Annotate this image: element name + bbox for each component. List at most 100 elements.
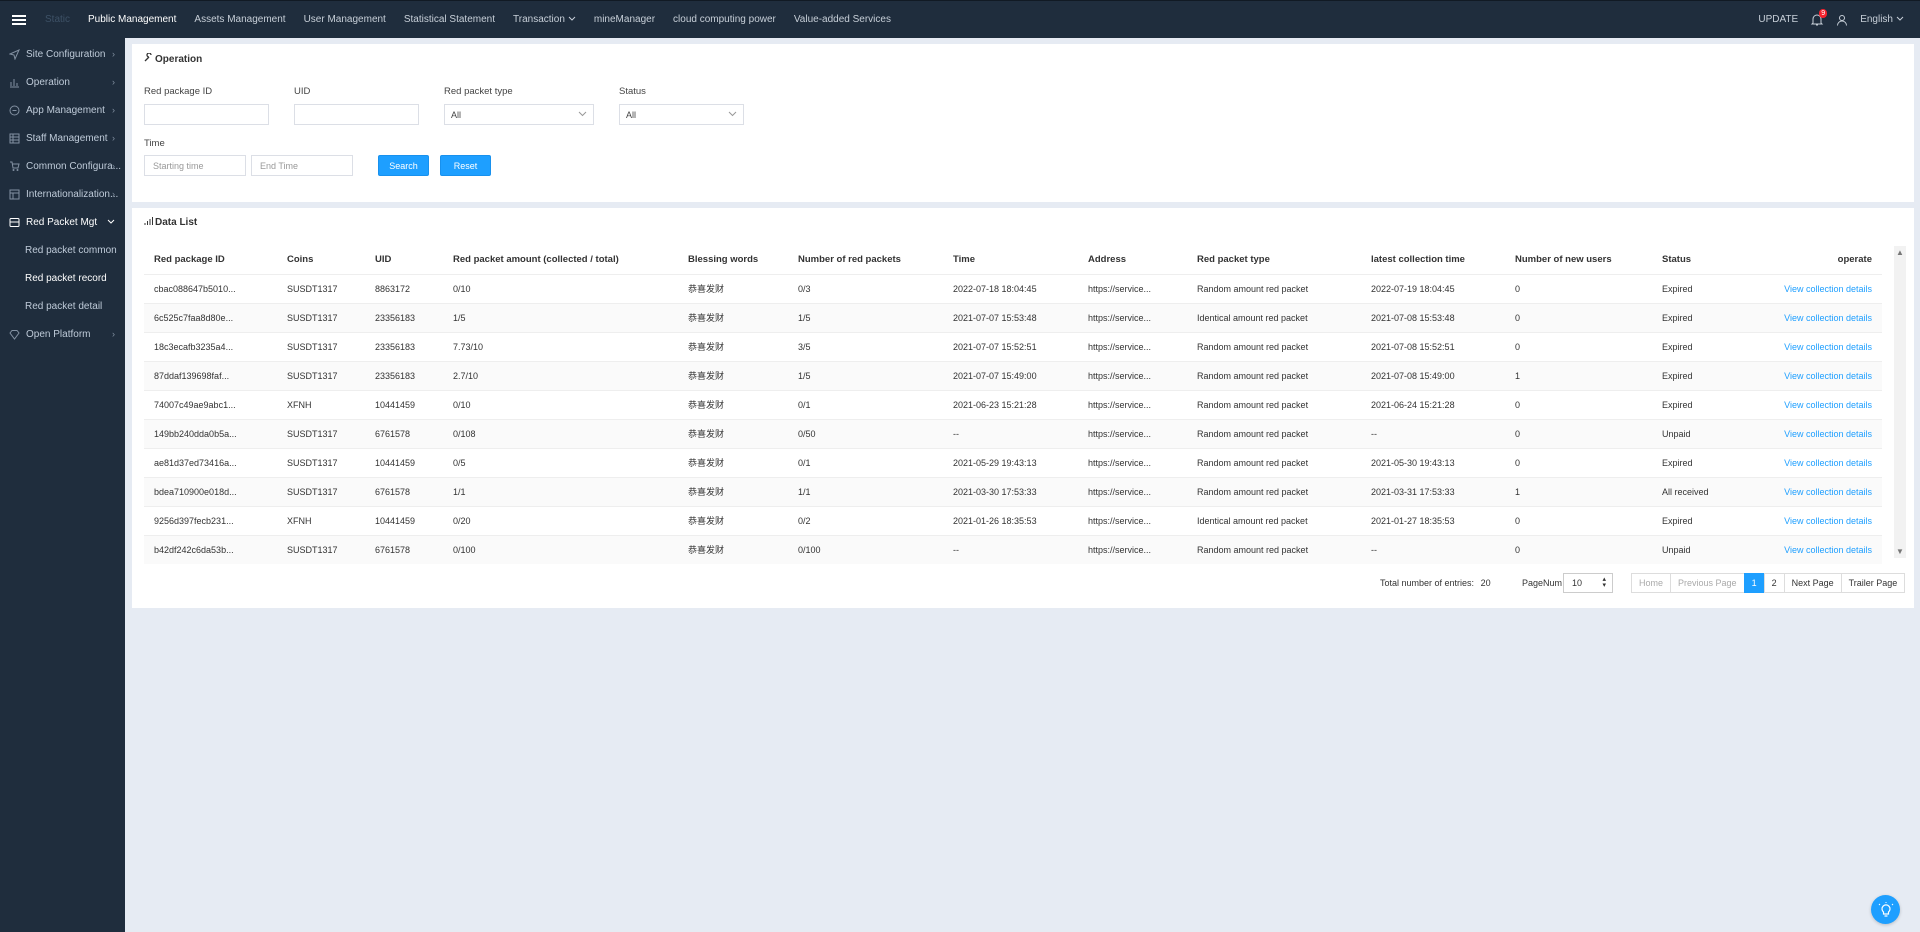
total-entries-value: 20 <box>1480 578 1491 588</box>
top-nav-item-transaction[interactable]: Transaction <box>504 14 585 25</box>
table-cell: https://service... <box>1078 418 1187 448</box>
user-button[interactable] <box>1836 14 1848 26</box>
view-collection-details-link[interactable]: View collection details <box>1784 313 1872 323</box>
top-right-tools: UPDATE 9 English <box>1746 1 1920 38</box>
signal-icon <box>144 217 153 228</box>
table-cell: 1/5 <box>788 360 943 390</box>
view-collection-details-link[interactable]: View collection details <box>1784 342 1872 352</box>
top-nav-item-minemanager[interactable]: mineManager <box>585 14 664 25</box>
table-cell: SUSDT1317 <box>277 360 365 390</box>
start-time-input[interactable]: Starting time <box>144 155 246 176</box>
chevron-down-icon <box>1896 14 1904 25</box>
table-cell: 2021-07-07 15:49:00 <box>943 360 1078 390</box>
top-nav-item-statistical-statement[interactable]: Statistical Statement <box>395 14 504 25</box>
table-cell: 恭喜发财 <box>678 534 788 564</box>
table-scrollbar[interactable]: ▲ ▼ <box>1894 246 1906 558</box>
table-cell: 0 <box>1505 505 1652 535</box>
notifications-button[interactable]: 9 <box>1810 8 1828 27</box>
table-cell: https://service... <box>1078 331 1187 361</box>
sidebar-subitem-red-packet-record[interactable]: Red packet record <box>0 264 125 292</box>
sidebar-item-common-configuration[interactable]: Common Configura... › <box>0 152 125 180</box>
sidebar-item-site-configuration[interactable]: Site Configuration › <box>0 40 125 68</box>
page-1-button[interactable]: 1 <box>1743 573 1765 593</box>
table-cell: SUSDT1317 <box>277 447 365 477</box>
sidebar-item-label: Common Configura... <box>26 160 122 172</box>
uid-label: UID <box>294 86 311 97</box>
language-label: English <box>1860 14 1893 25</box>
data-list-title-text: Data List <box>155 217 198 228</box>
next-page-button[interactable]: Next Page <box>1783 573 1842 593</box>
table-cell: 2021-07-07 15:52:51 <box>943 331 1078 361</box>
operate-cell: View collection details <box>1732 331 1882 361</box>
sidebar-item-open-platform[interactable]: Open Platform › <box>0 320 125 348</box>
update-button[interactable]: UPDATE <box>1758 14 1798 25</box>
table-cell: Random amount red packet <box>1187 418 1361 448</box>
home-page-button[interactable]: Home <box>1631 573 1672 593</box>
help-button[interactable] <box>1871 895 1900 924</box>
table-cell: 0/3 <box>788 273 943 303</box>
table-cell: 0/2 <box>788 505 943 535</box>
red-packet-type-select[interactable]: All <box>444 104 594 125</box>
view-collection-details-link[interactable]: View collection details <box>1784 284 1872 294</box>
view-collection-details-link[interactable]: View collection details <box>1784 458 1872 468</box>
scroll-down-icon[interactable]: ▼ <box>1896 547 1904 556</box>
table-cell: 2021-05-30 19:43:13 <box>1361 447 1505 477</box>
table-cell: 0 <box>1505 331 1652 361</box>
top-nav-item-user-management[interactable]: User Management <box>295 14 395 25</box>
view-collection-details-link[interactable]: View collection details <box>1784 545 1872 555</box>
sidebar-item-operation[interactable]: Operation › <box>0 68 125 96</box>
view-collection-details-link[interactable]: View collection details <box>1784 371 1872 381</box>
table-cell: 1/5 <box>788 302 943 332</box>
menu-icon[interactable] <box>12 14 26 25</box>
table-cell: Unpaid <box>1652 534 1732 564</box>
operation-title-text: Operation <box>155 53 203 65</box>
language-select[interactable]: English <box>1860 14 1904 25</box>
view-collection-details-link[interactable]: View collection details <box>1784 487 1872 497</box>
red-packet-table: Red package ID Coins UID Red packet amou… <box>144 246 1882 564</box>
top-nav-item-static[interactable]: Static <box>36 14 79 25</box>
sidebar-subitem-red-packet-common[interactable]: Red packet common <box>0 236 125 264</box>
table-cell: 6761578 <box>365 418 443 448</box>
table-cell: -- <box>1361 534 1505 564</box>
sidebar-item-label: Staff Management <box>26 132 108 144</box>
sidebar-item-internationalization[interactable]: Internationalization... › <box>0 180 125 208</box>
view-collection-details-link[interactable]: View collection details <box>1784 429 1872 439</box>
table-cell: bdea710900e018d... <box>144 476 277 506</box>
trailer-page-button[interactable]: Trailer Page <box>1840 573 1906 593</box>
table-cell: 74007c49ae9abc1... <box>144 389 277 419</box>
table-cell: https://service... <box>1078 302 1187 332</box>
sidebar: Site Configuration › Operation › App Man… <box>0 38 125 932</box>
table-cell: 0/5 <box>443 447 678 477</box>
send-icon <box>8 48 20 60</box>
sidebar-item-label: Internationalization... <box>26 188 119 200</box>
view-collection-details-link[interactable]: View collection details <box>1784 516 1872 526</box>
table-cell: 2021-06-24 15:21:28 <box>1361 389 1505 419</box>
end-time-input[interactable]: End Time <box>251 155 353 176</box>
page-2-button[interactable]: 2 <box>1763 573 1785 593</box>
page-size-select[interactable]: 10 ▴ ▾ <box>1563 573 1613 593</box>
search-button[interactable]: Search <box>378 155 429 176</box>
sidebar-item-app-management[interactable]: App Management › <box>0 96 125 124</box>
top-nav-item-cloud-computing-power[interactable]: cloud computing power <box>664 14 785 25</box>
gift-icon <box>8 216 20 228</box>
red-package-id-input[interactable] <box>144 104 269 125</box>
chevron-right-icon: › <box>112 189 115 199</box>
top-nav-item-value-added-services[interactable]: Value-added Services <box>785 14 900 25</box>
operate-cell: View collection details <box>1732 389 1882 419</box>
status-select[interactable]: All <box>619 104 744 125</box>
scroll-up-icon[interactable]: ▲ <box>1896 248 1904 257</box>
sidebar-subitem-red-packet-detail[interactable]: Red packet detail <box>0 292 125 320</box>
sidebar-item-staff-management[interactable]: Staff Management › <box>0 124 125 152</box>
top-nav-item-public-management[interactable]: Public Management <box>79 14 185 25</box>
previous-page-button[interactable]: Previous Page <box>1670 573 1745 593</box>
table-cell: 6761578 <box>365 534 443 564</box>
sidebar-item-red-packet-mgt[interactable]: Red Packet Mgt <box>0 208 125 236</box>
table-cell: 6c525c7faa8d80e... <box>144 302 277 332</box>
table-cell: Expired <box>1652 447 1732 477</box>
top-nav-item-assets-management[interactable]: Assets Management <box>185 14 294 25</box>
uid-input[interactable] <box>294 104 419 125</box>
table-icon <box>8 188 20 200</box>
reset-button[interactable]: Reset <box>440 155 491 176</box>
red-packet-type-value: All <box>451 109 462 120</box>
view-collection-details-link[interactable]: View collection details <box>1784 400 1872 410</box>
